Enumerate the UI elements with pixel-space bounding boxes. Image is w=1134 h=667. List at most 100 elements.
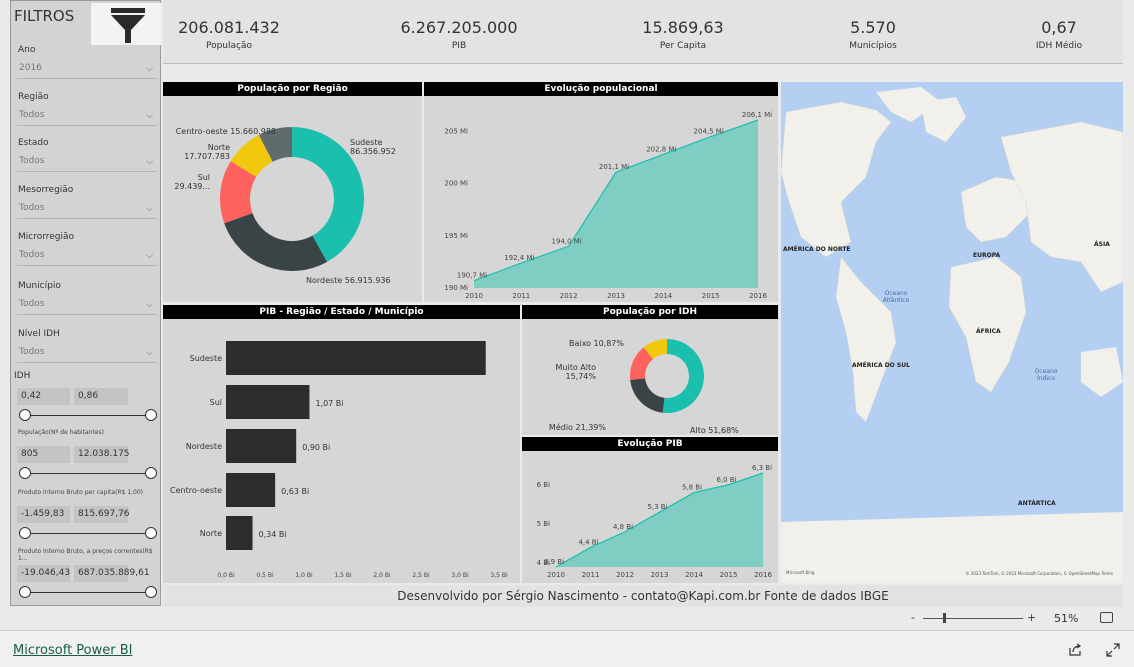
range-min-input[interactable]: -19.046,43 [17, 565, 70, 582]
area-fill [556, 473, 763, 567]
zoom-out-button[interactable]: - [911, 611, 915, 624]
map-label: ANTÁRTICA [1018, 500, 1056, 507]
bar[interactable] [226, 385, 310, 419]
data-label: 202,8 Mi [646, 145, 676, 153]
y-tick-label: 5 Bi [537, 520, 550, 528]
x-tick-label: 2014 [654, 292, 672, 300]
kpi-value: 5.570 [850, 18, 896, 37]
map-label: ÁFRICA [976, 328, 1001, 335]
x-tick-label: 2010 [465, 292, 483, 300]
slice-label: Nordeste 56.915.936 [306, 276, 391, 285]
range-label: Produto Interno Bruto, a preços corrente… [18, 548, 153, 562]
filter-dropdown[interactable]: Todos ⌵ [17, 156, 157, 172]
kpi-label: Per Capita [659, 41, 707, 51]
y-tick-label: 195 Mi [444, 232, 468, 240]
fit-page-icon[interactable] [1100, 612, 1113, 623]
data-label: 201,1 Mi [599, 163, 629, 171]
x-tick-label: 0,0 Bi [217, 572, 235, 579]
x-tick-label: 2014 [685, 571, 703, 579]
x-tick-label: 2012 [616, 571, 634, 579]
slice-label: Sudeste [350, 138, 382, 147]
bar[interactable] [226, 341, 486, 375]
range-min-input[interactable]: -1.459,83 [17, 506, 70, 523]
range-slider-track[interactable] [23, 533, 151, 534]
range-slider-track[interactable] [23, 592, 151, 593]
range-slider-max-handle[interactable] [145, 409, 157, 421]
donut-slice[interactable] [662, 339, 704, 413]
x-tick-label: 1,5 Bi [334, 572, 352, 579]
range-max-input[interactable]: 12.038.175 [74, 446, 130, 463]
donut-slice[interactable] [224, 213, 328, 271]
range-slider-max-handle[interactable] [145, 527, 157, 539]
bar-category-label: Sul [210, 398, 222, 407]
filter-dropdown[interactable]: Todos ⌵ [17, 299, 157, 315]
range-slider-min-handle[interactable] [19, 467, 31, 479]
chevron-down-icon: ⌵ [146, 111, 153, 121]
slice-label: 29.439... [174, 182, 210, 191]
zoom-slider-track[interactable] [923, 618, 1023, 619]
range-slider-max-handle[interactable] [145, 586, 157, 598]
range-max-input[interactable]: 815.697,76 [74, 506, 130, 523]
fullscreen-icon[interactable] [1106, 642, 1120, 661]
filter-label: Mesorregião [18, 185, 74, 195]
data-label: 206,1 Mi [742, 111, 772, 119]
chevron-down-icon: ⌵ [146, 348, 153, 358]
chevron-down-icon: ⌵ [146, 204, 153, 214]
range-min-input[interactable]: 0,42 [17, 388, 70, 405]
range-slider-max-handle[interactable] [145, 467, 157, 479]
share-icon[interactable] [1068, 642, 1082, 661]
panel-title: PIB - Região / Estado / Município [163, 305, 520, 319]
range-slider-min-handle[interactable] [19, 409, 31, 421]
range-max-input[interactable]: 0,86 [74, 388, 128, 405]
kpi-value: 0,67 [1041, 18, 1077, 37]
filter-dropdown[interactable]: Todos ⌵ [17, 110, 157, 126]
data-label: 6,3 Bi [752, 464, 772, 472]
range-slider-track[interactable] [23, 473, 151, 474]
map-label: Oceano Atlântico [882, 290, 910, 304]
chevron-down-icon: ⌵ [146, 300, 153, 310]
range-max-input[interactable]: 687.035.889,61 [74, 565, 150, 582]
bar[interactable] [226, 429, 297, 463]
donut-slice[interactable] [630, 378, 665, 413]
filter-value: Todos [19, 110, 45, 120]
range-slider-min-handle[interactable] [19, 527, 31, 539]
pop-regiao-panel: População por Região Sudeste 86.356.952 No… [163, 82, 422, 302]
pib-bar-chart: Sudeste 3,33 Bi Sul 1,07 Bi Nordeste 0,90 Bi C… [170, 341, 508, 579]
data-label: 4,8 Bi [613, 523, 633, 531]
filter-value: Todos [19, 156, 45, 166]
range-slider-track[interactable] [23, 415, 151, 416]
bar[interactable] [226, 473, 276, 507]
range-slider-min-handle[interactable] [19, 586, 31, 598]
kpi-label: Municípios [849, 41, 897, 51]
zoom-slider-handle[interactable] [943, 613, 946, 623]
power-bi-link[interactable]: Microsoft Power BI [13, 643, 132, 658]
chevron-down-icon: ⌵ [146, 64, 153, 74]
bar[interactable] [226, 516, 253, 550]
range-label: Produto Interno Bruto per capita(R$ 1,00… [18, 489, 144, 496]
evol-pop-area-chart: 190 Mi 195 Mi 200 Mi 205 Mi 2010 2011 2012 2013… [444, 111, 772, 300]
x-tick-label: 2013 [651, 571, 669, 579]
world-map[interactable]: AMÉRICA DO NORTE EUROPA ÁSIA Oceano Atlânti… [781, 82, 1123, 583]
bar-category-label: Nordeste [186, 442, 222, 451]
filter-dropdown[interactable]: Todos ⌵ [17, 250, 157, 266]
x-tick-label: 2,0 Bi [373, 572, 391, 579]
data-label: 6,0 Bi [716, 476, 736, 484]
filter-dropdown[interactable]: Todos ⌵ [17, 203, 157, 219]
bar-data-label: 3,33 Bi [454, 355, 482, 364]
x-tick-label: 2013 [607, 292, 625, 300]
filter-dropdown[interactable]: 2016 ⌵ [17, 63, 157, 79]
chevron-down-icon: ⌵ [146, 251, 153, 261]
x-tick-label: 2016 [754, 571, 772, 579]
slice-label: Norte [208, 143, 230, 152]
x-tick-label: 3,5 Bi [490, 572, 508, 579]
zoom-in-button[interactable]: + [1027, 611, 1036, 624]
filter-value: Todos [19, 347, 45, 357]
x-tick-label: 0,5 Bi [256, 572, 274, 579]
map-land [781, 82, 1123, 583]
zoom-control: - + 51% [909, 611, 1129, 627]
range-label: IDH [14, 371, 31, 381]
range-min-input[interactable]: 805 [17, 446, 70, 463]
filter-dropdown[interactable]: Todos ⌵ [17, 347, 157, 363]
kpi-value: 6.267.205.000 [400, 18, 518, 37]
slice-label: Sul [198, 173, 210, 182]
